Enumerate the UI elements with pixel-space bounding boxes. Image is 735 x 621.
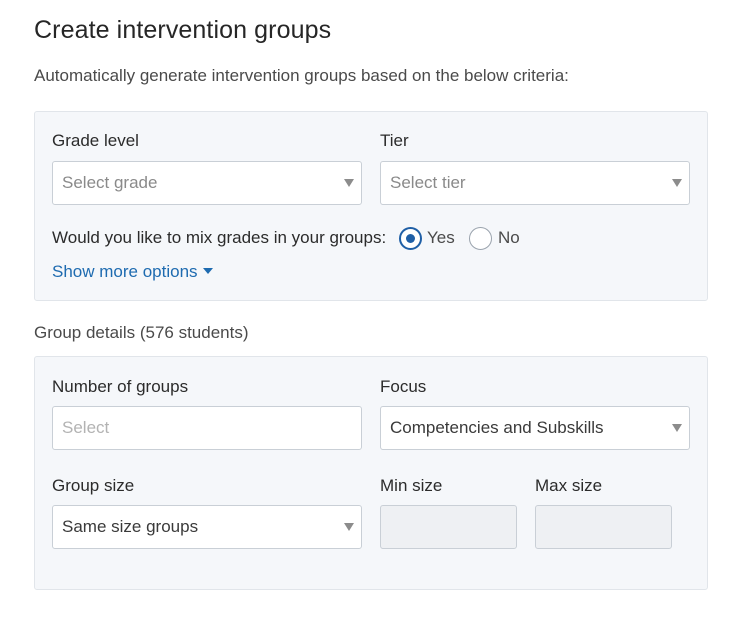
group-details-heading: Group details (576 students) — [34, 323, 249, 342]
number-of-groups-placeholder: Select — [62, 418, 110, 437]
tier-label: Tier — [380, 131, 409, 150]
grade-level-placeholder: Select grade — [62, 173, 158, 192]
page-title: Create intervention groups — [34, 16, 332, 44]
max-size-input[interactable] — [535, 505, 672, 549]
number-of-groups-input[interactable]: Select — [52, 406, 362, 450]
chevron-down-icon — [344, 179, 354, 187]
focus-label: Focus — [380, 377, 427, 396]
mix-grades-no-radio[interactable] — [469, 227, 492, 250]
min-size-input[interactable] — [380, 505, 517, 549]
group-size-label: Group size — [52, 476, 135, 495]
show-more-options-link[interactable]: Show more options — [52, 262, 213, 282]
criteria-panel: Grade level Select grade Tier Select tie… — [34, 111, 708, 301]
group-size-select[interactable]: Same size groups — [52, 505, 362, 549]
number-of-groups-label: Number of groups — [52, 377, 189, 396]
min-size-label: Min size — [380, 476, 443, 495]
mix-grades-no-label[interactable]: No — [498, 228, 520, 248]
focus-select[interactable]: Competencies and Subskills — [380, 406, 690, 450]
tier-select[interactable]: Select tier — [380, 161, 690, 205]
group-details-panel: Number of groups Select Focus Competenci… — [34, 356, 708, 590]
show-more-options-label: Show more options — [52, 262, 198, 281]
mix-grades-question: Would you like to mix grades in your gro… — [52, 228, 387, 247]
mix-grades-yes-label[interactable]: Yes — [427, 228, 455, 248]
grade-level-label: Grade level — [52, 131, 139, 150]
chevron-down-icon — [344, 523, 354, 531]
group-size-value: Same size groups — [62, 517, 199, 536]
grade-level-select[interactable]: Select grade — [52, 161, 362, 205]
mix-grades-yes-radio[interactable] — [399, 227, 422, 250]
tier-placeholder: Select tier — [390, 173, 466, 192]
focus-value: Competencies and Subskills — [390, 418, 604, 437]
chevron-down-icon — [672, 179, 682, 187]
max-size-label: Max size — [535, 476, 603, 495]
chevron-down-icon — [672, 424, 682, 432]
intro-text: Automatically generate intervention grou… — [34, 66, 569, 85]
caret-down-icon — [202, 268, 213, 274]
